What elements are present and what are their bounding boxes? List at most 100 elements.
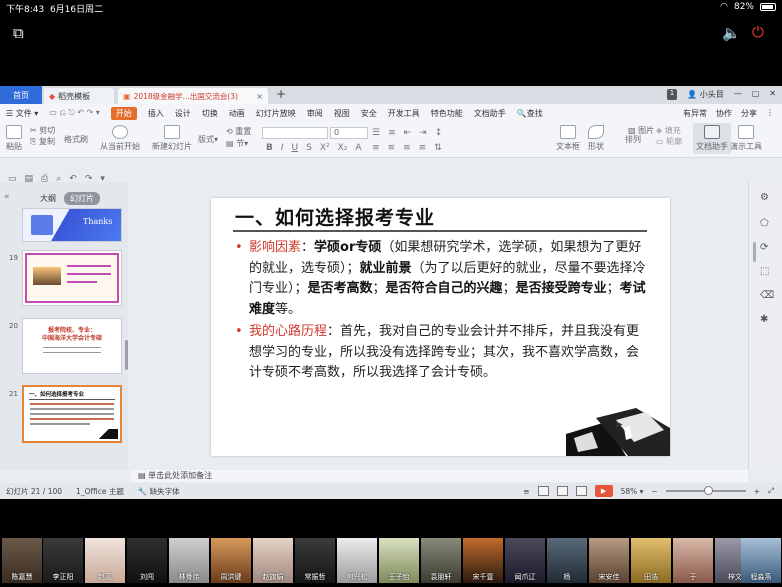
notes-area[interactable]: ▤ 单击此处添加备注 [130,470,748,482]
tab-templates[interactable]: ◆ 稻壳模板 [44,88,114,104]
reading-view-button[interactable] [575,486,587,496]
tab-slides[interactable]: 幻灯片 [64,192,100,205]
maximize-icon[interactable]: ▢ [752,89,760,100]
minimize-icon[interactable]: — [734,89,742,100]
participant-tile[interactable]: 陈嘉慧 [2,538,42,583]
tab-home[interactable]: 首页 [0,86,42,104]
animation-icon[interactable]: ⟳ [760,242,768,253]
properties-icon[interactable]: ⚙ [760,192,769,203]
participant-tile[interactable]: 王子怡 [379,538,419,583]
line-spacing-icon[interactable]: ↕ [435,128,443,138]
participant-tile[interactable]: 赵旗娟 [253,538,293,583]
picture-button[interactable]: ▧ 图片 [628,125,654,136]
participant-tile[interactable]: 李正阳 [43,538,83,583]
tab-outline[interactable]: 大纲 [40,193,56,204]
doc-helper-button[interactable]: 文档助手 [693,123,731,154]
slide-thumbnail-19[interactable] [22,250,122,306]
slideshow-play-button[interactable]: ▶ [594,485,613,497]
more-icon[interactable]: ⋮ [766,108,774,119]
participant-tile[interactable]: 程淼燕 [741,538,781,583]
underline-button[interactable]: U [292,143,299,153]
subscript-button[interactable]: X₂ [338,143,348,153]
clear-icon[interactable]: ⌫ [760,290,774,301]
layout-dropdown[interactable]: 版式▾ [198,134,218,145]
sorter-view-button[interactable] [556,486,568,496]
menu-anomaly[interactable]: 有异常 [683,108,707,119]
participant-tile[interactable]: 周洪键 [211,538,251,583]
text-direction-icon[interactable]: ⇅ [434,143,442,153]
bold-button[interactable]: B [266,143,273,153]
editor-scrollbar[interactable] [753,242,756,262]
exit-fullscreen-icon[interactable]: ⧉ [13,24,24,42]
menu-doc-helper[interactable]: 文档助手 [474,108,506,119]
user-avatar[interactable]: 👤 小头目 [687,89,724,100]
participant-tile[interactable]: 刘闯 [127,538,167,583]
menu-animation[interactable]: 动画 [229,108,245,119]
slide-body[interactable]: • 影响因素：学硕or专硕（如果想研究学术，选学硕，如果想为了更好的就业，选专硕… [235,238,647,384]
cut-button[interactable]: ✂ 剪切 [30,125,55,136]
slides-panel-scrollbar[interactable] [125,340,128,370]
presenter-tools-button[interactable]: 演示工具 [730,125,762,152]
outline-button[interactable]: ▭ 轮廓 [656,136,682,147]
numbering-icon[interactable]: ≡ [388,128,396,138]
tab-document[interactable]: ▣ 2018级金融学...出国交流会(3) × [118,88,268,104]
new-tab-button[interactable]: + [276,87,286,101]
section-dropdown[interactable]: ▤ 节▾ [226,138,251,150]
close-window-icon[interactable]: ✕ [769,89,776,100]
shape-button[interactable]: 形状 [588,125,604,152]
menu-review[interactable]: 审阅 [307,108,323,119]
current-slide[interactable]: 一、如何选择报考专业 • 影响因素：学硕or专硕（如果想研究学术，选学硕，如果想… [211,198,670,456]
slide-title[interactable]: 一、如何选择报考专业 [235,203,435,230]
participant-tile[interactable]: 宋千壹 [463,538,503,583]
align-left-icon[interactable]: ≡ [372,143,380,153]
font-size-field[interactable]: 0 [330,127,368,139]
fill-button[interactable]: ◈ 填充 [656,125,682,136]
paste-button[interactable]: 粘贴 [6,125,22,152]
menu-design[interactable]: 设计 [175,108,191,119]
select-icon[interactable]: ⬚ [760,266,769,277]
speaker-icon[interactable]: 🔈 [722,24,741,42]
menu-transition[interactable]: 切换 [202,108,218,119]
slide-thumbnail-18[interactable]: Thanks [22,208,122,242]
menu-share[interactable]: 分享 [741,108,757,119]
zoom-out-icon[interactable]: − [651,487,657,496]
menu-security[interactable]: 安全 [361,108,377,119]
play-from-current-button[interactable]: 从当前开始 [100,125,140,152]
missing-font-indicator[interactable]: 🔧 缺失字体 [138,486,180,497]
leave-meeting-icon[interactable]: ⏻ [752,23,764,41]
reset-button[interactable]: ⟲ 重置 [226,126,251,138]
quick-save-icon[interactable]: ▭ ⎌ ⎋ ↶ ↷ ▾ [49,108,99,118]
menu-developer[interactable]: 开发工具 [388,108,420,119]
normal-view-button[interactable] [537,486,549,496]
menu-start[interactable]: 开始 [110,106,137,120]
font-name-field[interactable] [262,127,328,139]
participant-tile[interactable]: 田浩 [631,538,671,583]
font-color-button[interactable]: A [355,143,361,153]
italic-button[interactable]: I [281,143,284,153]
textbox-button[interactable]: 文本框 [556,125,580,152]
collapse-panel-icon[interactable]: « [4,192,10,202]
participant-tile[interactable]: 常振哲 [295,538,335,583]
strike-button[interactable]: S [306,143,312,153]
outdent-icon[interactable]: ⇥ [419,128,427,138]
settings-icon[interactable]: ✱ [760,314,768,325]
participant-tile[interactable]: 闻爪辽 [505,538,545,583]
shape-format-icon[interactable]: ⬠ [760,218,769,229]
zoom-level[interactable]: 58% ▾ [621,487,644,496]
participant-tile[interactable]: 于 [673,538,713,583]
fit-window-icon[interactable]: ⤢ [768,486,774,496]
menu-insert[interactable]: 插入 [148,108,164,119]
align-right-icon[interactable]: ≡ [403,143,411,153]
menu-slideshow[interactable]: 幻灯片放映 [256,108,296,119]
menu-file[interactable]: ☰ 文件 ▾ [6,108,38,119]
comment-icon[interactable]: ≡ [523,487,529,496]
participant-tile[interactable]: 何兴松 [337,538,377,583]
menu-search[interactable]: 🔍查找 [517,108,543,119]
slide-thumbnail-21[interactable]: 一、如何选择报考专业 [22,385,122,443]
zoom-in-icon[interactable]: + [754,487,760,496]
new-slide-button[interactable]: 新建幻灯片 [152,125,192,152]
indent-icon[interactable]: ⇤ [404,128,412,138]
format-painter-button[interactable]: 格式刷 [64,134,88,145]
participant-tile[interactable]: 袁朋轩 [421,538,461,583]
copy-button[interactable]: ⎘ 复制 [30,136,55,147]
